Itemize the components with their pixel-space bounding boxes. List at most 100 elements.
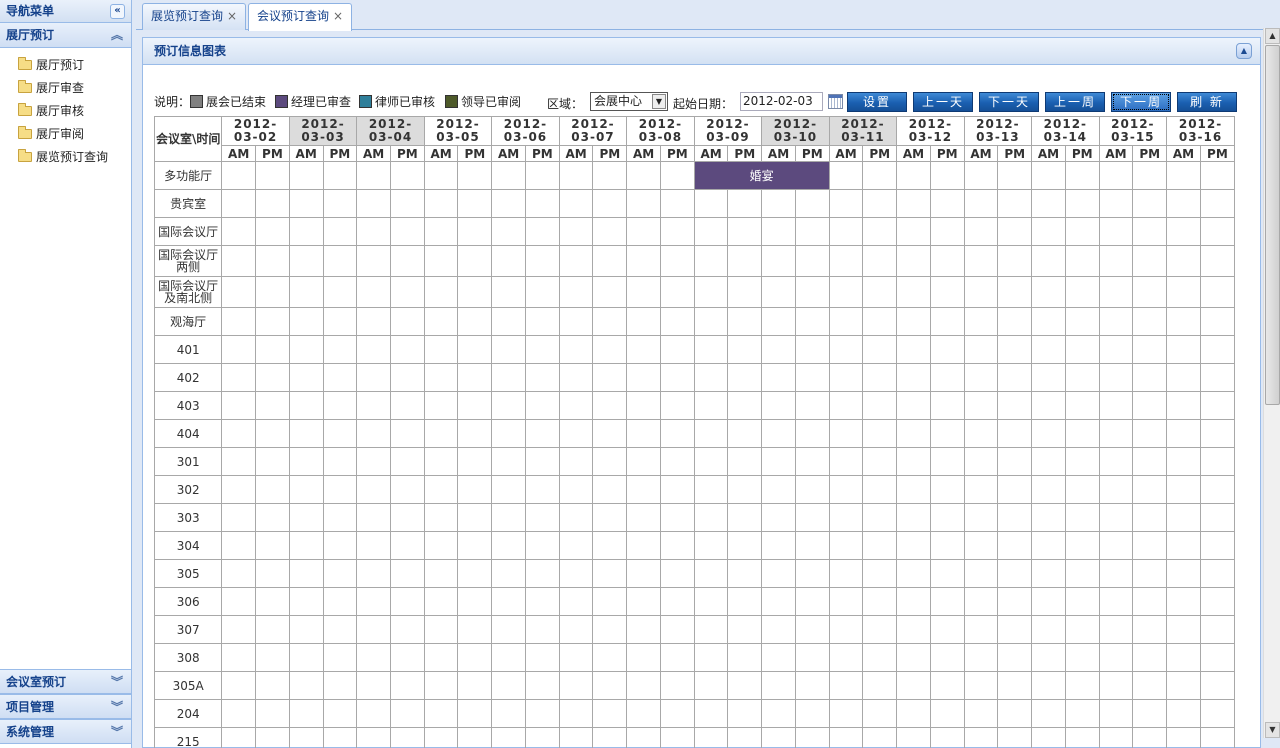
time-slot[interactable] [929, 161, 965, 190]
time-slot[interactable] [761, 335, 796, 364]
time-slot[interactable] [423, 161, 459, 190]
time-slot[interactable] [862, 447, 898, 476]
calendar-icon[interactable] [828, 94, 843, 109]
time-slot[interactable] [626, 363, 661, 392]
time-slot[interactable] [255, 363, 290, 392]
time-slot[interactable] [997, 391, 1033, 420]
time-slot[interactable] [288, 245, 324, 277]
time-slot[interactable] [356, 419, 391, 448]
time-slot[interactable] [524, 276, 560, 308]
time-slot[interactable] [1064, 643, 1100, 672]
time-slot[interactable] [693, 447, 729, 476]
time-slot[interactable] [457, 643, 493, 672]
time-slot[interactable] [1166, 475, 1201, 504]
time-slot[interactable] [558, 615, 594, 644]
region-select[interactable]: 会展中心 ▼ [590, 92, 668, 111]
time-slot[interactable] [592, 531, 628, 560]
time-slot[interactable] [322, 419, 358, 448]
time-slot[interactable] [1031, 671, 1066, 700]
time-slot[interactable] [896, 643, 931, 672]
time-slot[interactable] [1031, 531, 1066, 560]
time-slot[interactable] [794, 276, 830, 308]
time-slot[interactable] [592, 699, 628, 728]
time-slot[interactable] [727, 363, 763, 392]
time-slot[interactable] [356, 475, 391, 504]
time-slot[interactable] [288, 643, 324, 672]
time-slot[interactable] [558, 475, 594, 504]
time-slot[interactable] [896, 335, 931, 364]
time-slot[interactable] [1166, 615, 1201, 644]
time-slot[interactable] [288, 161, 324, 190]
time-slot[interactable] [255, 419, 290, 448]
time-slot[interactable] [423, 559, 459, 588]
time-slot[interactable] [423, 419, 459, 448]
time-slot[interactable] [356, 671, 391, 700]
time-slot[interactable] [1199, 699, 1236, 728]
time-slot[interactable] [1098, 643, 1134, 672]
time-slot[interactable] [1098, 475, 1134, 504]
time-slot[interactable] [592, 447, 628, 476]
time-slot[interactable] [761, 447, 796, 476]
time-slot[interactable] [963, 276, 999, 308]
time-slot[interactable] [659, 559, 695, 588]
time-slot[interactable] [592, 335, 628, 364]
time-slot[interactable] [1132, 307, 1168, 336]
time-slot[interactable] [288, 419, 324, 448]
time-slot[interactable] [255, 475, 290, 504]
time-slot[interactable] [659, 643, 695, 672]
time-slot[interactable] [423, 671, 459, 700]
time-slot[interactable] [828, 391, 864, 420]
time-slot[interactable] [558, 419, 594, 448]
time-slot[interactable] [1064, 587, 1100, 616]
time-slot[interactable] [1132, 615, 1168, 644]
time-slot[interactable] [862, 727, 898, 748]
time-slot[interactable] [1166, 531, 1201, 560]
time-slot[interactable] [997, 531, 1033, 560]
time-slot[interactable] [592, 307, 628, 336]
time-slot[interactable] [1166, 503, 1201, 532]
time-slot[interactable] [1199, 307, 1236, 336]
time-slot[interactable] [288, 307, 324, 336]
time-slot[interactable] [356, 335, 391, 364]
time-slot[interactable] [659, 447, 695, 476]
time-slot[interactable] [1132, 161, 1168, 190]
time-slot[interactable] [491, 671, 526, 700]
next-day-button[interactable]: 下一天 [979, 92, 1039, 112]
time-slot[interactable] [929, 245, 965, 277]
time-slot[interactable] [457, 503, 493, 532]
time-slot[interactable] [457, 615, 493, 644]
time-slot[interactable] [322, 391, 358, 420]
time-slot[interactable] [558, 276, 594, 308]
scroll-down-icon[interactable]: ▼ [1265, 722, 1280, 738]
time-slot[interactable] [221, 276, 257, 308]
time-slot[interactable] [491, 447, 526, 476]
time-slot[interactable] [828, 587, 864, 616]
time-slot[interactable] [727, 419, 763, 448]
time-slot[interactable] [322, 363, 358, 392]
time-slot[interactable] [1064, 727, 1100, 748]
time-slot[interactable] [1098, 307, 1134, 336]
close-icon[interactable]: × [333, 9, 343, 23]
time-slot[interactable] [457, 475, 493, 504]
time-slot[interactable] [929, 189, 965, 218]
time-slot[interactable] [929, 363, 965, 392]
time-slot[interactable] [390, 161, 425, 190]
time-slot[interactable] [794, 503, 830, 532]
time-slot[interactable] [963, 217, 999, 246]
time-slot[interactable] [288, 189, 324, 218]
time-slot[interactable] [659, 699, 695, 728]
time-slot[interactable] [693, 307, 729, 336]
time-slot[interactable] [761, 699, 796, 728]
time-slot[interactable] [1064, 559, 1100, 588]
time-slot[interactable] [693, 391, 729, 420]
time-slot[interactable] [356, 615, 391, 644]
time-slot[interactable] [1064, 189, 1100, 218]
time-slot[interactable] [997, 161, 1033, 190]
time-slot[interactable] [1098, 615, 1134, 644]
time-slot[interactable] [457, 245, 493, 277]
time-slot[interactable] [1199, 217, 1236, 246]
time-slot[interactable] [659, 335, 695, 364]
time-slot[interactable] [626, 391, 661, 420]
time-slot[interactable] [828, 475, 864, 504]
time-slot[interactable] [1199, 727, 1236, 748]
